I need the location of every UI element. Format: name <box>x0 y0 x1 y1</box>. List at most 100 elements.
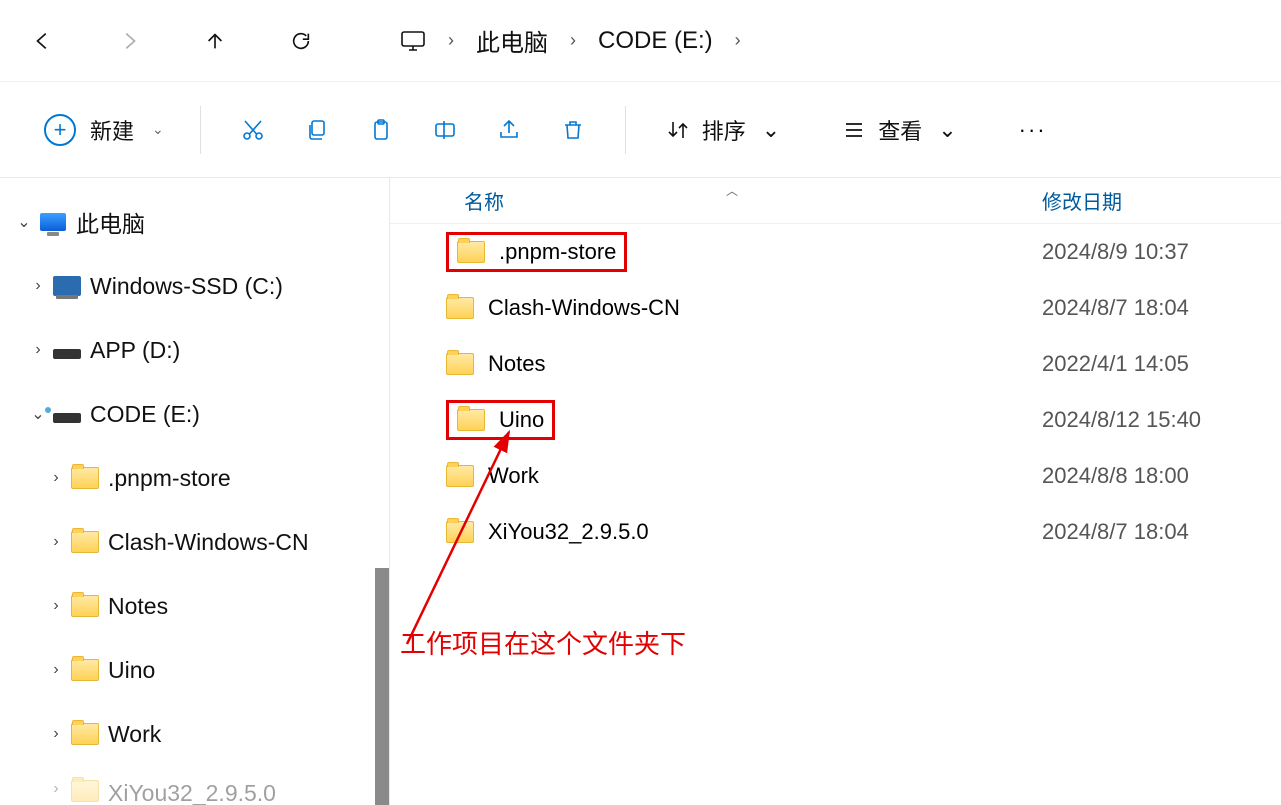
refresh-button[interactable] <box>278 18 324 64</box>
chevron-right-icon[interactable] <box>44 780 68 798</box>
file-date: 2024/8/9 10:37 <box>1030 239 1281 265</box>
tree-label: APP (D:) <box>90 337 180 364</box>
tree-item-drive-d[interactable]: APP (D:) <box>0 318 389 382</box>
folder-icon <box>446 353 474 375</box>
toolbar: + 新建 排序 查看 ··· <box>0 82 1281 178</box>
file-row[interactable]: Clash-Windows-CN 2024/8/7 18:04 <box>390 280 1281 336</box>
up-button[interactable] <box>192 18 238 64</box>
tree-item-this-pc[interactable]: 此电脑 <box>0 190 389 254</box>
back-button[interactable] <box>20 18 66 64</box>
file-name: Notes <box>488 351 545 377</box>
breadcrumb-current[interactable]: CODE (E:) <box>598 27 713 55</box>
drive-icon <box>50 341 84 359</box>
divider <box>200 106 201 154</box>
sort-button[interactable]: 排序 <box>654 107 792 153</box>
file-name: .pnpm-store <box>499 239 616 265</box>
scrollbar[interactable] <box>375 568 389 805</box>
column-name[interactable]: 名称 ︿ <box>390 186 1030 215</box>
rename-button[interactable] <box>421 107 469 153</box>
tree-label: .pnpm-store <box>108 465 231 492</box>
plus-icon: + <box>44 114 76 146</box>
chevron-right-icon: › <box>735 30 741 51</box>
share-button[interactable] <box>485 107 533 153</box>
new-button[interactable]: + 新建 <box>36 107 172 153</box>
sort-label: 排序 <box>702 114 746 146</box>
tree-label: Clash-Windows-CN <box>108 529 309 556</box>
tree-item-folder[interactable]: .pnpm-store <box>0 446 389 510</box>
file-row[interactable]: Uino2024/8/12 15:40 <box>390 392 1281 448</box>
tree-label: CODE (E:) <box>90 401 200 428</box>
tree-label: 此电脑 <box>76 205 145 239</box>
highlight-box: .pnpm-store <box>446 232 627 272</box>
tree-label: Notes <box>108 593 168 620</box>
main-area: 此电脑 Windows-SSD (C:) APP (D:) CODE (E:) … <box>0 178 1281 805</box>
tree-item-folder[interactable]: Uino <box>0 638 389 702</box>
chevron-right-icon[interactable] <box>26 277 50 295</box>
tree-item-folder[interactable]: Clash-Windows-CN <box>0 510 389 574</box>
divider <box>625 106 626 154</box>
chevron-right-icon[interactable] <box>44 725 68 743</box>
file-date: 2024/8/8 18:00 <box>1030 463 1281 489</box>
tree-label: Work <box>108 721 161 748</box>
cut-button[interactable] <box>229 107 277 153</box>
address-bar: › 此电脑 › CODE (E:) › <box>0 0 1281 82</box>
tree-label: Uino <box>108 657 155 684</box>
folder-icon <box>68 723 102 745</box>
chevron-down-icon <box>938 117 956 143</box>
column-date[interactable]: 修改日期 <box>1030 186 1281 215</box>
tree-item-drive-c[interactable]: Windows-SSD (C:) <box>0 254 389 318</box>
folder-icon <box>68 531 102 553</box>
file-row[interactable]: Notes 2022/4/1 14:05 <box>390 336 1281 392</box>
chevron-right-icon[interactable] <box>44 469 68 487</box>
folder-icon <box>68 467 102 489</box>
chevron-down-icon <box>152 121 164 138</box>
breadcrumb-root[interactable]: 此电脑 <box>476 23 548 58</box>
file-list: 名称 ︿ 修改日期 .pnpm-store 2024/8/9 10:37 Clash… <box>390 178 1281 805</box>
chevron-right-icon: › <box>570 30 576 51</box>
chevron-right-icon[interactable] <box>44 533 68 551</box>
tree-label: XiYou32_2.9.5.0 <box>108 780 276 805</box>
file-date: 2024/8/12 15:40 <box>1030 407 1281 433</box>
file-date: 2024/8/7 18:04 <box>1030 295 1281 321</box>
drive-icon <box>50 405 84 423</box>
folder-icon <box>68 780 102 802</box>
folder-icon <box>68 659 102 681</box>
chevron-right-icon: › <box>448 30 454 51</box>
sort-indicator-icon: ︿ <box>726 182 738 199</box>
file-row[interactable]: .pnpm-store 2024/8/9 10:37 <box>390 224 1281 280</box>
breadcrumb[interactable]: › 此电脑 › CODE (E:) › <box>400 23 741 58</box>
folder-icon <box>457 241 485 263</box>
view-label: 查看 <box>878 114 922 146</box>
file-date: 2022/4/1 14:05 <box>1030 351 1281 377</box>
chevron-down-icon[interactable] <box>12 212 36 232</box>
tree-item-folder[interactable]: XiYou32_2.9.5.0 <box>0 766 389 805</box>
delete-button[interactable] <box>549 107 597 153</box>
drive-icon <box>50 276 84 296</box>
copy-button[interactable] <box>293 107 341 153</box>
tree-item-drive-e[interactable]: CODE (E:) <box>0 382 389 446</box>
tree-item-folder[interactable]: Work <box>0 702 389 766</box>
chevron-right-icon[interactable] <box>44 597 68 615</box>
file-row[interactable]: XiYou32_2.9.5.02024/8/7 18:04 <box>390 504 1281 560</box>
pc-icon <box>36 213 70 231</box>
navigation-tree: 此电脑 Windows-SSD (C:) APP (D:) CODE (E:) … <box>0 178 390 805</box>
pc-icon <box>400 28 426 54</box>
file-name: Clash-Windows-CN <box>488 295 680 321</box>
column-headers: 名称 ︿ 修改日期 <box>390 178 1281 224</box>
file-row[interactable]: Work2024/8/8 18:00 <box>390 448 1281 504</box>
paste-button[interactable] <box>357 107 405 153</box>
chevron-down-icon <box>762 117 780 143</box>
forward-button[interactable] <box>106 18 152 64</box>
new-button-label: 新建 <box>90 114 134 146</box>
annotation-arrow <box>403 424 523 648</box>
folder-icon <box>446 297 474 319</box>
more-button[interactable]: ··· <box>1007 107 1059 153</box>
tree-label: Windows-SSD (C:) <box>90 273 283 300</box>
chevron-right-icon[interactable] <box>44 661 68 679</box>
file-date: 2024/8/7 18:04 <box>1030 519 1281 545</box>
tree-item-folder[interactable]: Notes <box>0 574 389 638</box>
view-button[interactable]: 查看 <box>830 107 968 153</box>
folder-icon <box>68 595 102 617</box>
annotation-text: 工作项目在这个文件夹下 <box>400 624 686 661</box>
chevron-right-icon[interactable] <box>26 341 50 359</box>
